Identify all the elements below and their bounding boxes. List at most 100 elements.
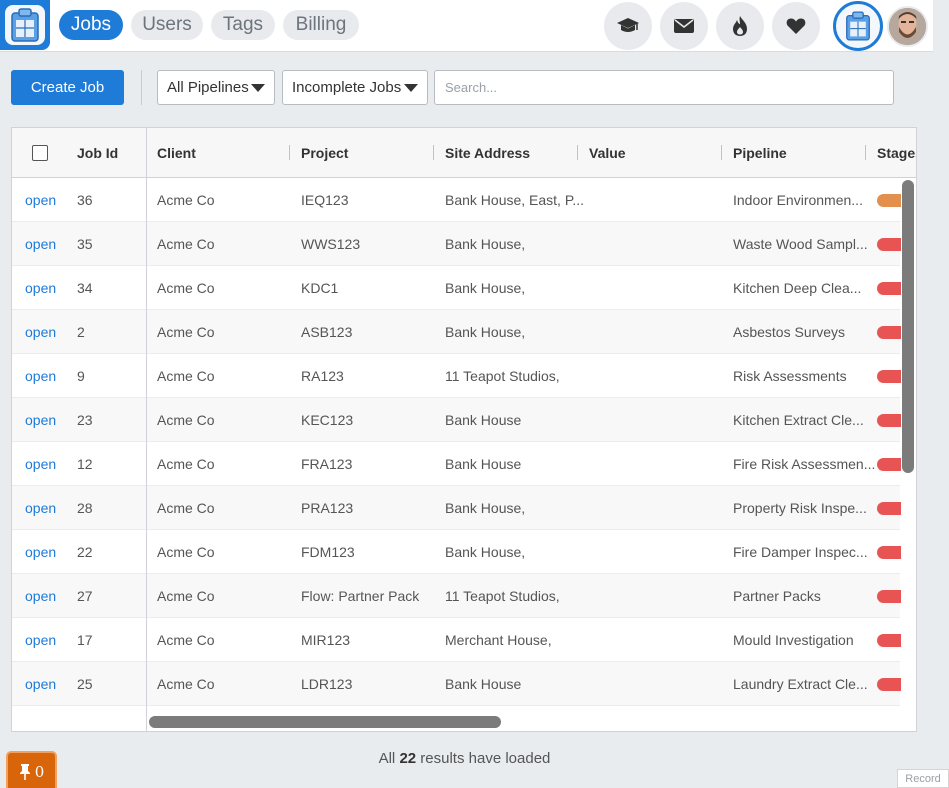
pipeline-filter-select[interactable]: All Pipelines [157,70,275,105]
open-job-link[interactable]: open [25,222,56,266]
tab-tags[interactable]: Tags [211,10,275,40]
cell-pipeline: Kitchen Deep Clea... [733,280,862,296]
cell-site-address: Bank House, [445,236,526,252]
cell-client: Acme Co [157,588,215,604]
open-job-link[interactable]: open [25,574,56,618]
cell-client: Acme Co [157,456,215,472]
search-input[interactable] [434,70,894,105]
result-count: 22 [399,750,417,767]
cell-client: Acme Co [157,676,215,692]
top-navigation-bar: Jobs Users Tags Billing [0,0,933,52]
open-job-link[interactable]: open [25,442,56,486]
cell-client: Acme Co [157,500,215,516]
cell-job-id: 12 [77,456,93,472]
column-resize-handle[interactable] [865,145,866,160]
pinned-count: 0 [34,763,45,781]
column-resize-handle[interactable] [289,145,290,160]
fire-icon [733,16,747,36]
cell-project: RA123 [301,368,344,384]
cell-client: Acme Co [157,192,215,208]
graduation-cap-icon [617,18,639,32]
cell-client: Acme Co [157,412,215,428]
pinned-items-button[interactable]: 0 [6,751,57,788]
cell-job-id: 27 [77,588,93,604]
cell-pipeline: Risk Assessments [733,368,847,384]
user-avatar[interactable] [887,6,928,47]
open-job-link[interactable]: open [25,354,56,398]
open-job-link[interactable]: open [25,486,56,530]
horizontal-scrollbar[interactable] [146,713,901,731]
cell-site-address: Bank House, [445,324,526,340]
cell-job-id: 34 [77,280,93,296]
column-header-job-id[interactable]: Job Id [77,128,118,178]
cell-job-id: 17 [77,632,93,648]
cell-job-id: 23 [77,412,93,428]
tab-users[interactable]: Users [131,10,203,40]
app-logo[interactable] [0,0,50,50]
cell-project: PRA123 [301,500,354,516]
cell-job-id: 35 [77,236,93,252]
column-header-site-address[interactable]: Site Address [445,128,530,178]
column-header-project[interactable]: Project [301,128,348,178]
cell-site-address: 11 Teapot Studios, [445,588,560,604]
open-job-link[interactable]: open [25,178,56,222]
column-resize-handle[interactable] [577,145,578,160]
company-switcher[interactable] [833,1,883,51]
cell-project: MIR123 [301,632,351,648]
tab-billing[interactable]: Billing [283,10,359,40]
cell-site-address: Bank House [445,456,522,472]
cell-site-address: Bank House, [445,280,526,296]
cell-pipeline: Mould Investigation [733,632,854,648]
cell-client: Acme Co [157,632,215,648]
horizontal-scrollbar-thumb[interactable] [149,716,501,728]
tab-jobs[interactable]: Jobs [59,10,123,40]
results-status: All 22 results have loaded [0,750,929,767]
vertical-scrollbar-thumb[interactable] [902,180,914,473]
toolbar-divider [141,70,142,105]
caret-down-icon [251,84,265,92]
create-job-button[interactable]: Create Job [11,70,124,105]
open-job-link[interactable]: open [25,530,56,574]
vertical-scrollbar[interactable] [901,178,916,731]
envelope-icon [674,19,694,33]
open-job-link[interactable]: open [25,310,56,354]
status-suffix: results have loaded [420,750,551,767]
open-job-link[interactable]: open [25,266,56,310]
column-header-value[interactable]: Value [589,128,626,178]
person-avatar-icon [889,8,926,45]
record-button[interactable]: Record [897,769,949,788]
cell-project: KEC123 [301,412,354,428]
column-header-client[interactable]: Client [157,128,196,178]
cell-site-address: Bank House, East, P... [445,192,585,208]
cell-project: WWS123 [301,236,361,252]
job-status-filter-select[interactable]: Incomplete Jobs [282,70,428,105]
select-all-checkbox[interactable] [32,145,48,161]
open-job-link[interactable]: open [25,662,56,706]
cell-project: FDM123 [301,544,355,560]
clipboard-logo-icon [846,11,870,41]
column-header-stages[interactable]: Stages [877,128,916,178]
favourites-button[interactable] [772,2,820,50]
column-resize-handle[interactable] [721,145,722,160]
column-header-pipeline[interactable]: Pipeline [733,128,787,178]
training-button[interactable] [604,2,652,50]
cell-client: Acme Co [157,324,215,340]
cell-project: LDR123 [301,676,353,692]
activity-button[interactable] [716,2,764,50]
column-resize-handle[interactable] [433,145,434,160]
cell-client: Acme Co [157,368,215,384]
cell-site-address: Bank House [445,676,522,692]
cell-pipeline: Kitchen Extract Cle... [733,412,864,428]
cell-pipeline: Asbestos Surveys [733,324,846,340]
pipeline-filter-value: All Pipelines [167,79,249,96]
jobs-table: Job Id Client Project Site Address Value… [11,127,917,732]
open-job-link[interactable]: open [25,398,56,442]
cell-site-address: Bank House, [445,544,526,560]
cell-project: IEQ123 [301,192,349,208]
messages-button[interactable] [660,2,708,50]
open-job-link[interactable]: open [25,618,56,662]
cell-client: Acme Co [157,236,215,252]
cell-job-id: 25 [77,676,93,692]
job-status-filter-value: Incomplete Jobs [292,79,402,96]
cell-site-address: Merchant House, [445,632,552,648]
